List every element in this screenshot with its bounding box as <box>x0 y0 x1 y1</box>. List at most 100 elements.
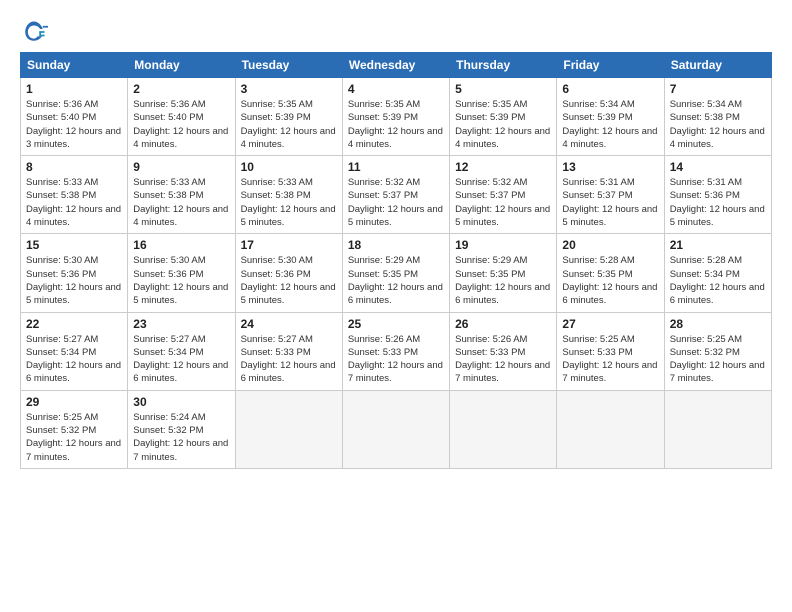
table-row: 29 Sunrise: 5:25 AMSunset: 5:32 PMDaylig… <box>21 390 128 468</box>
table-row: 6 Sunrise: 5:34 AMSunset: 5:39 PMDayligh… <box>557 78 664 156</box>
table-row: 12 Sunrise: 5:32 AMSunset: 5:37 PMDaylig… <box>450 156 557 234</box>
calendar-week-row: 1 Sunrise: 5:36 AMSunset: 5:40 PMDayligh… <box>21 78 772 156</box>
table-row: 2 Sunrise: 5:36 AMSunset: 5:40 PMDayligh… <box>128 78 235 156</box>
day-number: 20 <box>562 238 658 252</box>
col-thursday: Thursday <box>450 53 557 78</box>
header <box>20 18 772 46</box>
col-tuesday: Tuesday <box>235 53 342 78</box>
table-row: 16 Sunrise: 5:30 AMSunset: 5:36 PMDaylig… <box>128 234 235 312</box>
table-row: 26 Sunrise: 5:26 AMSunset: 5:33 PMDaylig… <box>450 312 557 390</box>
calendar-table: Sunday Monday Tuesday Wednesday Thursday… <box>20 52 772 469</box>
table-row: 20 Sunrise: 5:28 AMSunset: 5:35 PMDaylig… <box>557 234 664 312</box>
col-saturday: Saturday <box>664 53 771 78</box>
logo-icon <box>20 18 48 46</box>
day-info: Sunrise: 5:31 AMSunset: 5:37 PMDaylight:… <box>562 177 657 228</box>
table-row: 27 Sunrise: 5:25 AMSunset: 5:33 PMDaylig… <box>557 312 664 390</box>
table-row: 25 Sunrise: 5:26 AMSunset: 5:33 PMDaylig… <box>342 312 449 390</box>
day-number: 26 <box>455 317 551 331</box>
calendar-week-row: 29 Sunrise: 5:25 AMSunset: 5:32 PMDaylig… <box>21 390 772 468</box>
table-row: 22 Sunrise: 5:27 AMSunset: 5:34 PMDaylig… <box>21 312 128 390</box>
day-number: 3 <box>241 82 337 96</box>
day-number: 1 <box>26 82 122 96</box>
day-info: Sunrise: 5:33 AMSunset: 5:38 PMDaylight:… <box>133 177 228 228</box>
day-info: Sunrise: 5:33 AMSunset: 5:38 PMDaylight:… <box>26 177 121 228</box>
table-row: 28 Sunrise: 5:25 AMSunset: 5:32 PMDaylig… <box>664 312 771 390</box>
day-info: Sunrise: 5:32 AMSunset: 5:37 PMDaylight:… <box>348 177 443 228</box>
col-sunday: Sunday <box>21 53 128 78</box>
table-row: 21 Sunrise: 5:28 AMSunset: 5:34 PMDaylig… <box>664 234 771 312</box>
day-number: 12 <box>455 160 551 174</box>
day-number: 15 <box>26 238 122 252</box>
table-row: 8 Sunrise: 5:33 AMSunset: 5:38 PMDayligh… <box>21 156 128 234</box>
table-row: 14 Sunrise: 5:31 AMSunset: 5:36 PMDaylig… <box>664 156 771 234</box>
day-info: Sunrise: 5:36 AMSunset: 5:40 PMDaylight:… <box>133 99 228 150</box>
table-row: 18 Sunrise: 5:29 AMSunset: 5:35 PMDaylig… <box>342 234 449 312</box>
table-row: 13 Sunrise: 5:31 AMSunset: 5:37 PMDaylig… <box>557 156 664 234</box>
day-number: 16 <box>133 238 229 252</box>
calendar-page: Sunday Monday Tuesday Wednesday Thursday… <box>0 0 792 479</box>
day-info: Sunrise: 5:26 AMSunset: 5:33 PMDaylight:… <box>348 334 443 385</box>
day-number: 17 <box>241 238 337 252</box>
day-info: Sunrise: 5:28 AMSunset: 5:34 PMDaylight:… <box>670 255 765 306</box>
day-number: 23 <box>133 317 229 331</box>
day-number: 19 <box>455 238 551 252</box>
day-number: 4 <box>348 82 444 96</box>
day-info: Sunrise: 5:27 AMSunset: 5:33 PMDaylight:… <box>241 334 336 385</box>
table-row: 24 Sunrise: 5:27 AMSunset: 5:33 PMDaylig… <box>235 312 342 390</box>
day-info: Sunrise: 5:29 AMSunset: 5:35 PMDaylight:… <box>348 255 443 306</box>
table-row: 10 Sunrise: 5:33 AMSunset: 5:38 PMDaylig… <box>235 156 342 234</box>
day-info: Sunrise: 5:33 AMSunset: 5:38 PMDaylight:… <box>241 177 336 228</box>
day-info: Sunrise: 5:30 AMSunset: 5:36 PMDaylight:… <box>26 255 121 306</box>
col-monday: Monday <box>128 53 235 78</box>
day-number: 28 <box>670 317 766 331</box>
day-info: Sunrise: 5:35 AMSunset: 5:39 PMDaylight:… <box>241 99 336 150</box>
table-row: 7 Sunrise: 5:34 AMSunset: 5:38 PMDayligh… <box>664 78 771 156</box>
day-info: Sunrise: 5:29 AMSunset: 5:35 PMDaylight:… <box>455 255 550 306</box>
table-row: 1 Sunrise: 5:36 AMSunset: 5:40 PMDayligh… <box>21 78 128 156</box>
day-info: Sunrise: 5:36 AMSunset: 5:40 PMDaylight:… <box>26 99 121 150</box>
day-info: Sunrise: 5:24 AMSunset: 5:32 PMDaylight:… <box>133 412 228 463</box>
day-info: Sunrise: 5:30 AMSunset: 5:36 PMDaylight:… <box>133 255 228 306</box>
calendar-week-row: 15 Sunrise: 5:30 AMSunset: 5:36 PMDaylig… <box>21 234 772 312</box>
table-row: 19 Sunrise: 5:29 AMSunset: 5:35 PMDaylig… <box>450 234 557 312</box>
day-info: Sunrise: 5:26 AMSunset: 5:33 PMDaylight:… <box>455 334 550 385</box>
table-row: 23 Sunrise: 5:27 AMSunset: 5:34 PMDaylig… <box>128 312 235 390</box>
calendar-header-row: Sunday Monday Tuesday Wednesday Thursday… <box>21 53 772 78</box>
day-info: Sunrise: 5:25 AMSunset: 5:33 PMDaylight:… <box>562 334 657 385</box>
table-row: 11 Sunrise: 5:32 AMSunset: 5:37 PMDaylig… <box>342 156 449 234</box>
day-number: 29 <box>26 395 122 409</box>
empty-cell <box>664 390 771 468</box>
col-friday: Friday <box>557 53 664 78</box>
day-number: 27 <box>562 317 658 331</box>
day-number: 24 <box>241 317 337 331</box>
day-info: Sunrise: 5:35 AMSunset: 5:39 PMDaylight:… <box>455 99 550 150</box>
table-row: 15 Sunrise: 5:30 AMSunset: 5:36 PMDaylig… <box>21 234 128 312</box>
table-row: 30 Sunrise: 5:24 AMSunset: 5:32 PMDaylig… <box>128 390 235 468</box>
table-row: 9 Sunrise: 5:33 AMSunset: 5:38 PMDayligh… <box>128 156 235 234</box>
day-number: 5 <box>455 82 551 96</box>
day-info: Sunrise: 5:25 AMSunset: 5:32 PMDaylight:… <box>26 412 121 463</box>
day-info: Sunrise: 5:25 AMSunset: 5:32 PMDaylight:… <box>670 334 765 385</box>
day-number: 13 <box>562 160 658 174</box>
table-row: 17 Sunrise: 5:30 AMSunset: 5:36 PMDaylig… <box>235 234 342 312</box>
table-row: 4 Sunrise: 5:35 AMSunset: 5:39 PMDayligh… <box>342 78 449 156</box>
day-number: 9 <box>133 160 229 174</box>
day-info: Sunrise: 5:27 AMSunset: 5:34 PMDaylight:… <box>26 334 121 385</box>
col-wednesday: Wednesday <box>342 53 449 78</box>
calendar-week-row: 8 Sunrise: 5:33 AMSunset: 5:38 PMDayligh… <box>21 156 772 234</box>
table-row: 5 Sunrise: 5:35 AMSunset: 5:39 PMDayligh… <box>450 78 557 156</box>
table-row: 3 Sunrise: 5:35 AMSunset: 5:39 PMDayligh… <box>235 78 342 156</box>
day-info: Sunrise: 5:34 AMSunset: 5:39 PMDaylight:… <box>562 99 657 150</box>
day-info: Sunrise: 5:27 AMSunset: 5:34 PMDaylight:… <box>133 334 228 385</box>
day-info: Sunrise: 5:31 AMSunset: 5:36 PMDaylight:… <box>670 177 765 228</box>
day-info: Sunrise: 5:28 AMSunset: 5:35 PMDaylight:… <box>562 255 657 306</box>
calendar-week-row: 22 Sunrise: 5:27 AMSunset: 5:34 PMDaylig… <box>21 312 772 390</box>
empty-cell <box>557 390 664 468</box>
empty-cell <box>342 390 449 468</box>
day-number: 14 <box>670 160 766 174</box>
empty-cell <box>235 390 342 468</box>
calendar-body: 1 Sunrise: 5:36 AMSunset: 5:40 PMDayligh… <box>21 78 772 469</box>
logo <box>20 18 52 46</box>
day-number: 7 <box>670 82 766 96</box>
day-number: 21 <box>670 238 766 252</box>
